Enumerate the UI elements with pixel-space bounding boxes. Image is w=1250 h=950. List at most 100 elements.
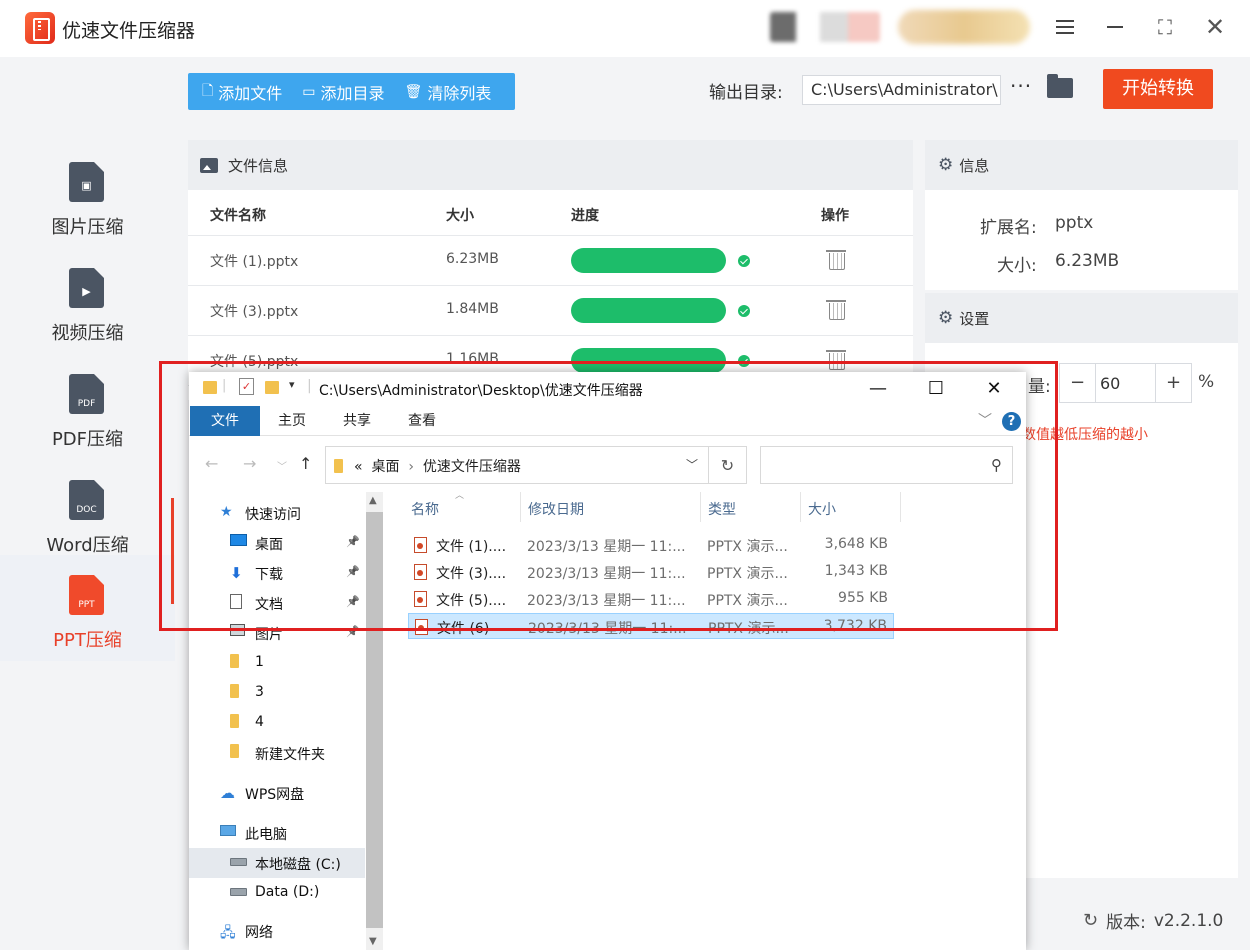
file-info-panel: 文件信息 文件名称 大小 进度 操作 文件 (1).pptx 6.23MB 文件…	[188, 140, 913, 400]
quality-stepper[interactable]: − 60 +	[1059, 363, 1192, 403]
tree-item-label: WPS网盘	[245, 787, 305, 803]
tree-item[interactable]: 本地磁盘 (C:)	[189, 848, 365, 878]
fullscreen-icon[interactable]: ⛶	[1152, 14, 1178, 40]
col-date[interactable]: 修改日期	[528, 499, 584, 519]
refresh-button[interactable]: ↻	[709, 446, 747, 484]
nav-item-image[interactable]: ▣ 图片压缩	[0, 142, 175, 248]
nav-item-video[interactable]: ▶ 视频压缩	[0, 248, 175, 354]
open-folder-icon[interactable]	[1047, 74, 1073, 98]
delete-icon[interactable]	[826, 298, 846, 320]
tab-view[interactable]: 查看	[397, 406, 447, 436]
size-label: 大小:	[997, 256, 1037, 276]
expand-ribbon-icon[interactable]: ﹀	[978, 410, 992, 430]
column-separator[interactable]	[800, 492, 801, 522]
customize-quick-access-icon[interactable]: ▾	[289, 378, 295, 391]
close-icon[interactable]: ✕	[971, 375, 1017, 403]
list-item[interactable]: 文件 (3).... 2023/3/13 星期一 11:... PPTX 演示...…	[408, 559, 894, 585]
column-separator[interactable]	[700, 492, 701, 522]
list-item[interactable]: 文件 (5).... 2023/3/13 星期一 11:... PPTX 演示...…	[408, 586, 894, 612]
nav-item-ppt[interactable]: PPT PPT压缩	[0, 555, 175, 661]
add-file-button[interactable]: 🗋 添加文件	[202, 80, 282, 104]
table-row[interactable]: 文件 (3).pptx 1.84MB	[188, 286, 913, 336]
scroll-up-icon[interactable]: ▲	[369, 495, 377, 506]
menu-icon[interactable]	[1052, 14, 1078, 40]
recent-locations-icon[interactable]: ﹀	[277, 458, 287, 473]
tab-home[interactable]: 主页	[267, 406, 317, 436]
tree-item[interactable]: ★ 快速访问	[189, 498, 365, 528]
address-bar[interactable]: « 桌面 › 优速文件压缩器 ﹀	[325, 446, 709, 484]
maximize-icon[interactable]: ☐	[913, 375, 959, 403]
version-info[interactable]: ↻ 版本: v2.2.1.0	[1083, 908, 1223, 933]
more-options-button[interactable]: ···	[1010, 74, 1032, 98]
tree-item[interactable]: 图片 📌	[189, 618, 365, 648]
list-item[interactable]: 文件 (1).... 2023/3/13 星期一 11:... PPTX 演示...…	[408, 532, 894, 558]
scrollbar-thumb[interactable]	[366, 512, 383, 928]
col-name[interactable]: 名称	[411, 499, 439, 519]
minimize-icon[interactable]	[1102, 14, 1128, 40]
increment-button[interactable]: +	[1155, 364, 1191, 402]
col-type[interactable]: 类型	[708, 499, 736, 519]
tree-item[interactable]: 🖧 网络	[189, 916, 365, 946]
explorer-titlebar: | ✓ ▾ | C:\Users\Administrator\Desktop\优…	[189, 372, 1026, 406]
column-separator[interactable]	[520, 492, 521, 522]
minimize-icon[interactable]: —	[855, 375, 901, 403]
table-row[interactable]: 文件 (1).pptx 6.23MB	[188, 236, 913, 286]
start-convert-button[interactable]: 开始转换	[1103, 69, 1213, 109]
tree-item[interactable]: ☁ WPS网盘	[189, 778, 365, 808]
close-icon[interactable]: ✕	[1202, 14, 1228, 40]
clear-list-button[interactable]: 🗑 清除列表	[405, 80, 492, 104]
file-name: 文件 (1)....	[436, 539, 507, 555]
tree-item-label: 新建文件夹	[255, 747, 325, 763]
quality-value[interactable]: 60	[1100, 374, 1120, 393]
pptx-file-icon	[414, 591, 427, 607]
list-item[interactable]: 文件 (6) 2023/3/13 星期一 11:... PPTX 演示... 3,73…	[408, 613, 894, 639]
nav-item-pdf[interactable]: PDF PDF压缩	[0, 354, 175, 460]
tree-item-label: 本地磁盘 (C:)	[255, 857, 341, 873]
tree-item[interactable]: 桌面 📌	[189, 528, 365, 558]
app-logo-icon	[25, 12, 55, 44]
breadcrumb-desktop[interactable]: 桌面	[371, 459, 399, 475]
pin-icon[interactable]: 📌	[346, 625, 360, 638]
nav-item-word[interactable]: DOC Word压缩	[0, 460, 175, 566]
new-folder-icon[interactable]	[265, 381, 279, 394]
breadcrumb-current[interactable]: 优速文件压缩器	[423, 459, 521, 475]
tab-share[interactable]: 共享	[332, 406, 382, 436]
column-separator[interactable]	[900, 492, 901, 522]
tree-item-label: 文档	[255, 597, 283, 613]
row-file-name: 文件 (3).pptx	[210, 304, 299, 320]
tree-item[interactable]: 此电脑	[189, 818, 365, 848]
tree-item[interactable]: 3	[189, 678, 365, 708]
tree-item[interactable]: 新建文件夹	[189, 738, 365, 768]
breadcrumb-overflow[interactable]: «	[354, 459, 363, 475]
gear-icon: ⚙	[938, 308, 954, 328]
back-arrow-icon[interactable]: ←	[205, 454, 218, 473]
pin-icon[interactable]: 📌	[346, 565, 360, 578]
chevron-down-icon[interactable]: ﹀	[686, 456, 698, 473]
tree-item[interactable]: Data (D:)	[189, 878, 365, 908]
properties-icon[interactable]: ✓	[239, 378, 254, 395]
up-arrow-icon[interactable]: ↑	[299, 454, 312, 473]
pin-icon[interactable]: 📌	[346, 535, 360, 548]
forward-arrow-icon[interactable]: →	[243, 454, 256, 473]
breadcrumb: « 桌面 › 优速文件压缩器	[354, 456, 521, 476]
tree-item[interactable]: ⬇ 下载 📌	[189, 558, 365, 588]
separator: |	[222, 378, 227, 393]
col-size[interactable]: 大小	[808, 499, 836, 519]
scroll-down-icon[interactable]: ▼	[369, 936, 377, 947]
output-dir-input[interactable]: C:\Users\Administrator\	[802, 75, 1001, 105]
trash-icon: 🗑	[404, 83, 423, 100]
delete-icon[interactable]	[826, 248, 846, 270]
delete-icon[interactable]	[826, 348, 846, 370]
tree-item[interactable]: 1	[189, 648, 365, 678]
add-directory-button[interactable]: ▭ 添加目录	[302, 80, 384, 104]
search-input[interactable]: ⚲	[760, 446, 1013, 484]
blurred-account-badge[interactable]	[898, 10, 1030, 44]
tree-scrollbar[interactable]: ▲ ▼	[366, 492, 383, 950]
pin-icon[interactable]: 📌	[346, 595, 360, 608]
decrement-button[interactable]: −	[1060, 364, 1096, 402]
help-icon[interactable]: ?	[1002, 412, 1021, 431]
tab-file[interactable]: 文件	[190, 406, 260, 436]
gear-icon: ⚙	[938, 155, 954, 175]
tree-item[interactable]: 4	[189, 708, 365, 738]
tree-item[interactable]: 文档 📌	[189, 588, 365, 618]
